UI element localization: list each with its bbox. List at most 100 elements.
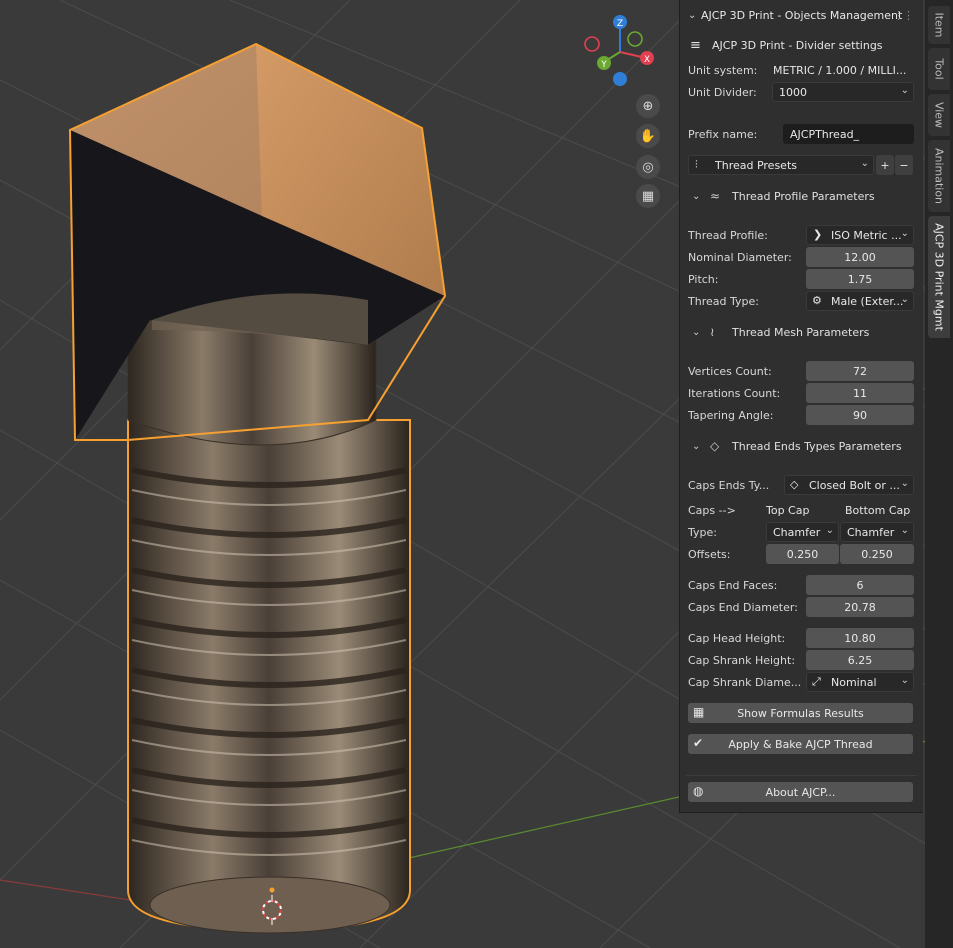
iterations-row: Iterations Count: 11	[680, 382, 923, 404]
chevron-right-icon: ❯	[813, 228, 823, 241]
wave-icon: ≈	[710, 189, 721, 203]
caps-ends-value: Closed Bolt or ...	[809, 478, 900, 492]
pitch-row: Pitch: 1.75	[680, 268, 923, 290]
bottom-cap-label: Bottom Cap	[845, 503, 911, 517]
pitch-field[interactable]: 1.75	[806, 269, 914, 289]
chevron-down-icon: ⌄	[900, 85, 909, 96]
tab-animation[interactable]: Animation	[928, 140, 950, 212]
panel-header[interactable]: ⌄ AJCP 3D Print - Objects Management ⋮⋮	[680, 4, 923, 26]
presets-row: ⫶ Thread Presets ⌄ + −	[680, 154, 923, 176]
head-height-row: Cap Head Height: 10.80	[680, 627, 923, 649]
end-diameter-label: Caps End Diameter:	[688, 600, 798, 614]
head-height-field[interactable]: 10.80	[806, 628, 914, 648]
ajcp-logo-icon: ◍	[693, 784, 704, 798]
offsets-label: Offsets:	[688, 547, 731, 561]
chevron-down-icon: ⌄	[900, 675, 909, 686]
top-offset-field[interactable]: 0.250	[766, 544, 839, 564]
shrank-diameter-dropdown[interactable]: ⤢ Nominal ⌄	[806, 672, 914, 692]
thread-type-value: Male (Exter...	[831, 294, 904, 308]
pitch-label: Pitch:	[688, 272, 719, 286]
end-diameter-field[interactable]: 20.78	[806, 597, 914, 617]
divider-settings-header[interactable]: ≡ AJCP 3D Print - Divider settings	[680, 34, 923, 56]
iterations-label: Iterations Count:	[688, 386, 781, 400]
thread-type-label: Thread Type:	[688, 294, 759, 308]
prefix-label: Prefix name:	[688, 127, 758, 141]
thread-presets-dropdown[interactable]: ⫶ Thread Presets ⌄	[688, 155, 874, 175]
chevron-down-icon: ⌄	[860, 158, 869, 169]
bolt-tag-icon: ◇	[790, 478, 799, 491]
bottom-cap-type-value: Chamfer	[847, 525, 895, 539]
screw-icon: ⚙	[812, 294, 822, 307]
end-faces-label: Caps End Faces:	[688, 578, 778, 592]
thread-profile-section-header[interactable]: ⌄ ≈ Thread Profile Parameters	[680, 183, 923, 209]
tab-view[interactable]: View	[928, 94, 950, 136]
apply-bake-label: Apply & Bake AJCP Thread	[728, 737, 873, 751]
tapering-label: Tapering Angle:	[688, 408, 774, 422]
vertices-count-field[interactable]: 72	[806, 361, 914, 381]
tapering-angle-field[interactable]: 90	[806, 405, 914, 425]
top-cap-type-value: Chamfer	[773, 525, 821, 539]
thread-type-dropdown[interactable]: ⚙ Male (Exter... ⌄	[806, 291, 914, 311]
thread-ends-section-title: Thread Ends Types Parameters	[732, 439, 902, 453]
nominal-diameter-label: Nominal Diameter:	[688, 250, 792, 264]
object-origin	[269, 887, 275, 893]
show-formulas-button[interactable]: ▦ Show Formulas Results	[688, 703, 913, 723]
unit-system-value: METRIC / 1.000 / MILLI...	[773, 63, 907, 77]
checkmark-icon: ✔	[693, 736, 704, 750]
about-button[interactable]: ◍ About AJCP...	[688, 782, 913, 802]
end-diameter-row: Caps End Diameter: 20.78	[680, 596, 923, 618]
tab-view-label: View	[932, 101, 946, 129]
cap-type-row: Type: Chamfer ⌄ Chamfer ⌄	[680, 521, 923, 543]
tab-item[interactable]: Item	[928, 6, 950, 44]
chevron-down-icon: ⌄	[900, 478, 909, 489]
expand-arrows-icon: ⤢	[812, 675, 821, 688]
nominal-diameter-row: Nominal Diameter: 12.00	[680, 246, 923, 268]
tab-tool[interactable]: Tool	[928, 48, 950, 90]
y-axis-label: Y	[600, 60, 607, 70]
grid-perspective-icon[interactable]: ▦	[636, 184, 660, 208]
remove-preset-button[interactable]: −	[895, 155, 913, 175]
calculator-icon: ▦	[693, 705, 705, 719]
shrank-diameter-label: Cap Shrank Diame...	[688, 675, 802, 689]
menu-icon[interactable]: ≡	[690, 38, 701, 53]
shrank-height-label: Cap Shrank Height:	[688, 653, 796, 667]
collapse-chevron-icon[interactable]: ⌄	[688, 10, 696, 21]
vertices-label: Vertices Count:	[688, 364, 772, 378]
add-preset-button[interactable]: +	[876, 155, 894, 175]
thread-mesh-section-header[interactable]: ⌄ ≀ Thread Mesh Parameters	[680, 319, 923, 345]
chevron-down-icon: ⌄	[825, 525, 834, 536]
sidebar-panel: ⌄ AJCP 3D Print - Objects Management ⋮⋮ …	[679, 0, 923, 813]
camera-icon[interactable]: ◎	[636, 155, 660, 179]
zoom-icon[interactable]: ⊕	[636, 94, 660, 118]
drag-handle-icon[interactable]: ⋮⋮	[893, 9, 914, 22]
caps-ends-dropdown[interactable]: ◇ Closed Bolt or ... ⌄	[784, 475, 914, 495]
thread-profile-dropdown[interactable]: ❯ ISO Metric ... ⌄	[806, 225, 914, 245]
shrank-height-field[interactable]: 6.25	[806, 650, 914, 670]
thread-ends-section-header[interactable]: ⌄ ◇ Thread Ends Types Parameters	[680, 433, 923, 459]
shrank-diameter-value: Nominal	[831, 675, 877, 689]
thread-type-row: Thread Type: ⚙ Male (Exter... ⌄	[680, 290, 923, 312]
end-faces-field[interactable]: 6	[806, 575, 914, 595]
nominal-diameter-field[interactable]: 12.00	[806, 247, 914, 267]
head-height-label: Cap Head Height:	[688, 631, 786, 645]
prefix-name-input[interactable]: AJCPThread_	[783, 124, 914, 144]
top-cap-type-dropdown[interactable]: Chamfer ⌄	[766, 522, 839, 542]
tab-tool-label: Tool	[932, 58, 946, 80]
neg-z-dot	[613, 72, 627, 86]
unit-system-row: Unit system: METRIC / 1.000 / MILLI...	[680, 59, 923, 81]
unit-divider-value: 1000	[779, 85, 807, 99]
chevron-down-icon: ⌄	[900, 294, 909, 305]
hand-pan-icon[interactable]: ✋	[636, 124, 660, 148]
tab-ajcp-3d-print-mgmt[interactable]: AJCP 3D Print Mgmt	[928, 216, 950, 338]
collapse-chevron-icon: ⌄	[692, 326, 701, 338]
bottom-offset-field[interactable]: 0.250	[840, 544, 914, 564]
vertices-row: Vertices Count: 72	[680, 360, 923, 382]
chevron-down-icon: ⌄	[900, 525, 909, 536]
thread-mesh-section-title: Thread Mesh Parameters	[732, 325, 870, 339]
divider-settings-title: AJCP 3D Print - Divider settings	[712, 38, 883, 52]
cap-offsets-row: Offsets: 0.250 0.250	[680, 543, 923, 565]
unit-divider-dropdown[interactable]: 1000 ⌄	[772, 82, 914, 102]
iterations-count-field[interactable]: 11	[806, 383, 914, 403]
apply-bake-button[interactable]: ✔ Apply & Bake AJCP Thread	[688, 734, 913, 754]
bottom-cap-type-dropdown[interactable]: Chamfer ⌄	[840, 522, 914, 542]
